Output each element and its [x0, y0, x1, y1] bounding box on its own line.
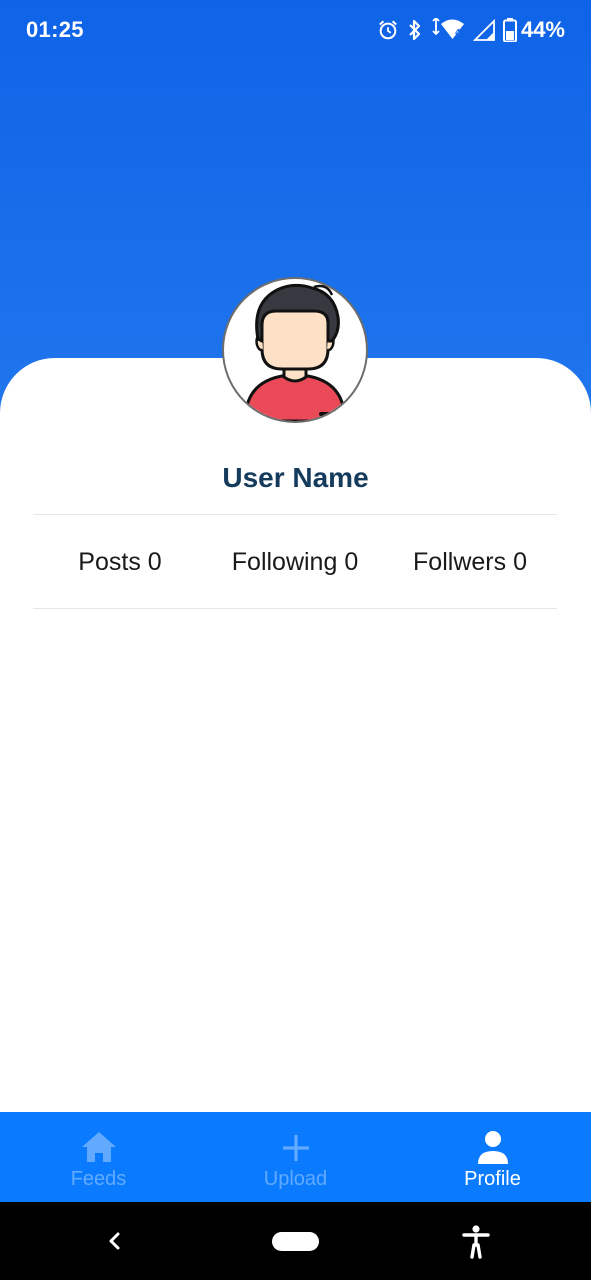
battery-percent: 44%	[520, 17, 565, 42]
system-navigation-bar	[0, 1202, 591, 1280]
home-pill-icon[interactable]	[272, 1232, 319, 1251]
nav-label-profile: Profile	[464, 1168, 521, 1190]
stat-following-value: 0	[344, 548, 359, 576]
stat-posts-value: 0	[147, 548, 162, 576]
nav-item-profile[interactable]: Profile	[394, 1112, 591, 1202]
wifi-icon: 4	[432, 18, 464, 39]
bottom-navigation: Feeds Upload Profile	[0, 1112, 591, 1202]
stat-posts[interactable]: Posts 0	[30, 548, 210, 577]
user-avatar-illustration	[244, 283, 346, 421]
stat-followers-label: Follwers	[413, 548, 507, 576]
status-bar: 01:25 4 44%	[0, 0, 591, 60]
stat-followers-value: 0	[513, 548, 527, 576]
profile-avatar[interactable]	[222, 277, 368, 423]
divider-bottom	[33, 608, 557, 609]
stat-following[interactable]: Following 0	[205, 548, 385, 577]
accessibility-icon[interactable]	[461, 1225, 491, 1259]
status-icons: 4 44%	[377, 15, 565, 45]
nav-item-feeds[interactable]: Feeds	[0, 1112, 197, 1202]
svg-text:4: 4	[455, 28, 461, 37]
stat-posts-label: Posts	[78, 548, 141, 576]
profile-screen: 01:25 4 44% User Name Posts 0 Following …	[0, 0, 591, 1280]
profile-stats: Posts 0 Following 0 Follwers 0	[0, 548, 591, 588]
back-icon[interactable]	[103, 1229, 125, 1253]
cell-signal-icon	[472, 19, 495, 41]
nav-label-feeds: Feeds	[70, 1168, 127, 1190]
home-icon	[81, 1132, 116, 1162]
divider-top	[33, 514, 557, 515]
user-name: User Name	[222, 462, 369, 493]
plus-icon	[282, 1135, 309, 1161]
stat-following-label: Following	[231, 548, 338, 576]
nav-item-upload[interactable]: Upload	[197, 1112, 394, 1202]
stat-followers[interactable]: Follwers 0	[380, 548, 560, 577]
person-icon	[477, 1131, 508, 1164]
nav-label-upload: Upload	[263, 1168, 328, 1190]
battery-icon	[502, 18, 517, 42]
status-time: 01:25	[26, 17, 84, 42]
bluetooth-icon	[409, 19, 421, 41]
alarm-icon	[379, 20, 397, 40]
